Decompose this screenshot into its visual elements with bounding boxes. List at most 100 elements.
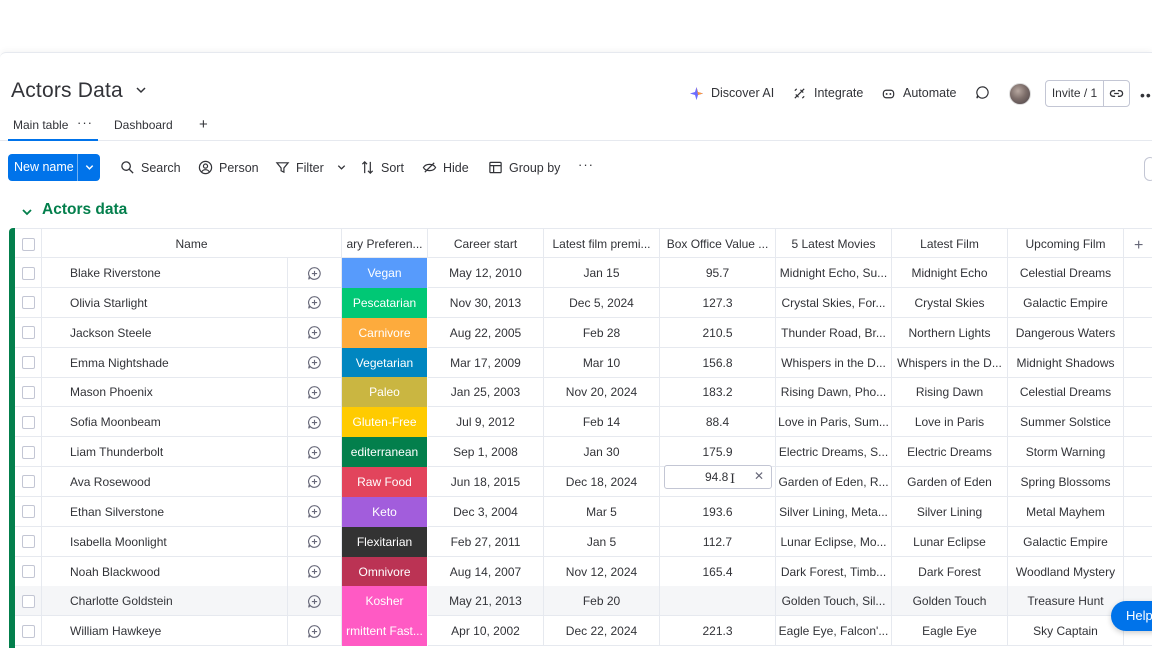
cell-movies[interactable]: Lunar Eclipse, Mo... [776,526,892,557]
cell-upcoming[interactable]: Treasure Hunt [1008,586,1124,617]
row-checkbox[interactable] [21,565,35,578]
add-update-cell[interactable] [288,496,342,527]
new-item-dropdown[interactable] [78,162,100,173]
table-row[interactable]: Isabella Moonlight Flexitarian Feb 27, 201… [15,526,1152,557]
new-item-button[interactable]: New name [8,154,100,181]
copy-link-button[interactable] [1104,86,1129,101]
cell-box[interactable]: 221.3 [660,616,776,647]
add-update-icon[interactable] [307,415,322,430]
add-update-icon[interactable] [307,266,322,281]
table-row[interactable]: Ava Rosewood Raw Food Jun 18, 2015 Dec 18, … [15,466,1152,497]
table-row[interactable]: Blake Riverstone Vegan May 12, 2010 Jan 15 9… [15,258,1152,288]
cell-premiere[interactable]: Dec 22, 2024 [544,616,660,647]
add-update-icon[interactable] [307,534,322,549]
row-checkbox[interactable] [21,415,35,429]
cell-name[interactable]: Liam Thunderbolt [42,437,288,468]
table-row[interactable]: Emma Nightshade Vegetarian Mar 17, 2009 Mar… [15,347,1152,378]
add-update-icon[interactable] [307,564,322,579]
cell-career[interactable]: Aug 14, 2007 [428,556,544,587]
row-checkbox[interactable] [21,624,35,638]
table-row[interactable]: Jackson Steele Carnivore Aug 22, 2005 Feb 2… [15,317,1152,348]
cell-movies[interactable]: Whispers in the D... [776,347,892,378]
toolbar-more-icon[interactable]: ··· [578,157,594,172]
add-update-icon[interactable] [307,295,322,310]
column-header-latest-premiere[interactable]: Latest film premi... [544,229,660,259]
cell-box[interactable]: 88.4 [660,407,776,438]
cell-upcoming[interactable]: Woodland Mystery [1008,556,1124,587]
add-update-cell[interactable] [288,466,342,497]
add-update-icon[interactable] [307,504,322,519]
add-update-cell[interactable] [288,586,342,617]
cell-movies[interactable]: Crystal Skies, For... [776,287,892,318]
cell-movies[interactable]: Rising Dawn, Pho... [776,377,892,408]
person-filter-button[interactable]: Person [198,160,259,175]
cell-box[interactable]: 210.5 [660,317,776,348]
chevron-down-icon[interactable] [336,162,347,173]
cell-name[interactable]: Ethan Silverstone [42,496,288,527]
cell-diet[interactable]: editerranean [342,437,428,468]
table-row[interactable]: Olivia Starlight Pescatarian Nov 30, 2013 D… [15,287,1152,318]
cell-movies[interactable]: Golden Touch, Sil... [776,586,892,617]
cell-name[interactable]: Charlotte Goldstein [42,586,288,617]
add-update-cell[interactable] [288,347,342,378]
cell-latest[interactable]: Midnight Echo [892,258,1008,288]
row-checkbox[interactable] [21,296,35,310]
column-header-box-office[interactable]: Box Office Value ... [660,229,776,259]
row-checkbox[interactable] [21,385,35,399]
column-header-latest-film[interactable]: Latest Film [892,229,1008,259]
cell-diet[interactable]: Omnivore [342,556,428,587]
more-options-icon[interactable]: ••• [1140,87,1152,103]
cell-premiere[interactable]: Dec 5, 2024 [544,287,660,318]
cell-diet[interactable]: Paleo [342,377,428,408]
cell-name[interactable]: Olivia Starlight [42,287,288,318]
cell-premiere[interactable]: Jan 30 [544,437,660,468]
cell-upcoming[interactable]: Metal Mayhem [1008,496,1124,527]
add-update-cell[interactable] [288,258,342,288]
cell-diet[interactable]: Carnivore [342,317,428,348]
cell-upcoming[interactable]: Celestial Dreams [1008,377,1124,408]
add-update-cell[interactable] [288,616,342,647]
cell-movies[interactable]: Dark Forest, Timb... [776,556,892,587]
add-update-cell[interactable] [288,407,342,438]
table-row[interactable]: Sofia Moonbeam Gluten-Free Jul 9, 2012 Feb … [15,407,1152,438]
cell-movies[interactable]: Electric Dreams, S... [776,437,892,468]
chevron-down-icon[interactable] [20,205,34,219]
search-button[interactable]: Search [120,160,181,175]
cell-movies[interactable]: Eagle Eye, Falcon'... [776,616,892,647]
sort-button[interactable]: Sort [360,160,404,175]
cell-premiere[interactable]: Feb 14 [544,407,660,438]
cell-movies[interactable]: Silver Lining, Meta... [776,496,892,527]
cell-upcoming[interactable]: Sky Captain [1008,616,1124,647]
cell-diet[interactable]: Vegetarian [342,347,428,378]
filter-button[interactable]: Filter [275,160,347,175]
cell-latest[interactable]: Whispers in the D... [892,347,1008,378]
cell-box[interactable]: 95.7 [660,258,776,288]
hide-button[interactable]: Hide [422,160,469,175]
table-row[interactable]: Liam Thunderbolt editerranean Sep 1, 2008 J… [15,437,1152,468]
table-row[interactable]: William Hawkeye rmittent Fast... Apr 10, 2… [15,616,1152,647]
cell-career[interactable]: Mar 17, 2009 [428,347,544,378]
row-checkbox[interactable] [21,445,35,459]
group-title[interactable]: Actors data [42,201,127,219]
cell-name[interactable]: Isabella Moonlight [42,526,288,557]
cell-name[interactable]: William Hawkeye [42,616,288,647]
table-row[interactable]: Ethan Silverstone Keto Dec 3, 2004 Mar 5 193… [15,496,1152,527]
cell-movies[interactable]: Garden of Eden, R... [776,466,892,497]
cell-career[interactable]: May 21, 2013 [428,586,544,617]
cell-diet[interactable]: Raw Food [342,466,428,497]
cell-name[interactable]: Jackson Steele [42,317,288,348]
table-row[interactable]: Charlotte Goldstein Kosher May 21, 2013 Feb… [15,586,1152,617]
cell-movies[interactable]: Love in Paris, Sum... [776,407,892,438]
add-view-button[interactable]: + [199,116,208,133]
cell-name[interactable]: Emma Nightshade [42,347,288,378]
cell-box[interactable]: 112.7 [660,526,776,557]
cell-box[interactable]: 175.9 [660,437,776,468]
integrate-button[interactable]: Integrate [792,82,863,104]
column-header-name[interactable]: Name [42,229,342,259]
cell-premiere[interactable]: Feb 20 [544,586,660,617]
cell-latest[interactable]: Dark Forest [892,556,1008,587]
cell-latest[interactable]: Northern Lights [892,317,1008,348]
row-checkbox[interactable] [21,356,35,370]
cell-latest[interactable]: Silver Lining [892,496,1008,527]
cell-career[interactable]: Nov 30, 2013 [428,287,544,318]
